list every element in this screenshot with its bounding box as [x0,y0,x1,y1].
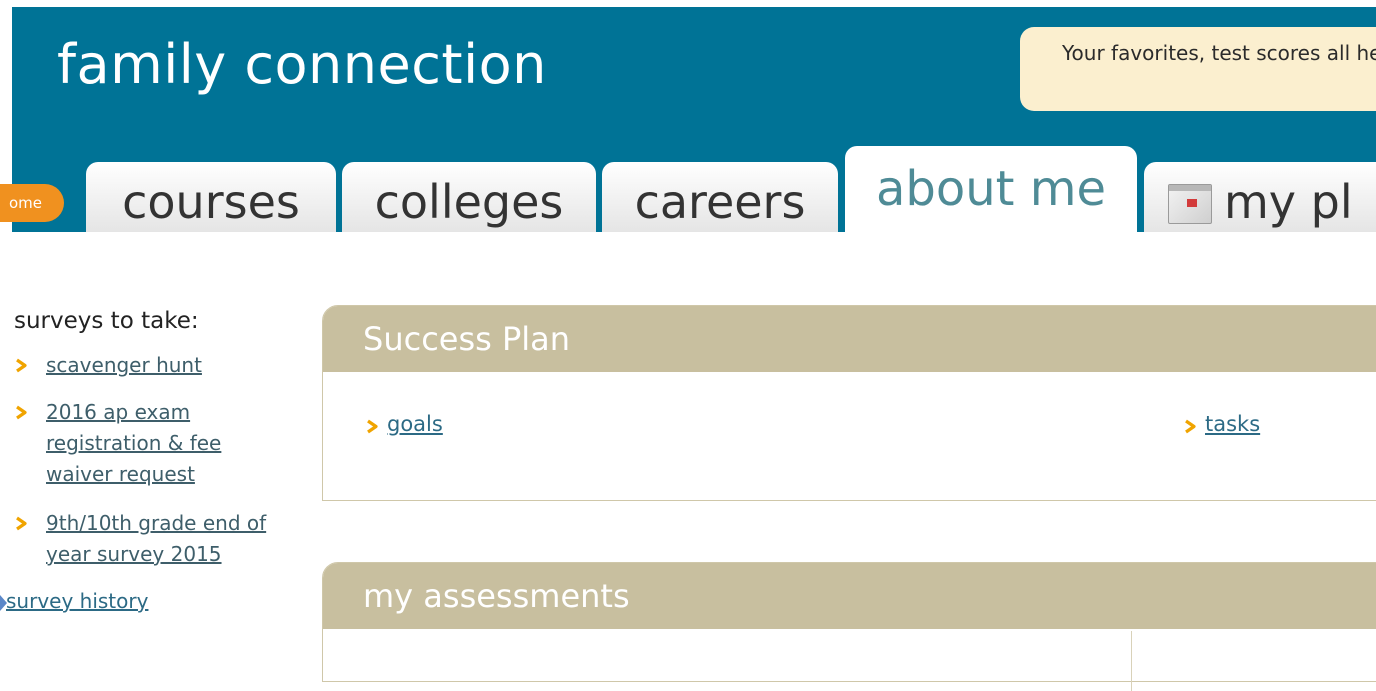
sidebar-title: surveys to take: [14,308,199,334]
survey-link-end-of-year[interactable]: 9th/10th grade end of year survey 2015 [46,508,314,570]
chevron-right-icon [14,405,29,420]
promo-banner: Your favorites, test scores all here! [1020,27,1376,111]
home-button[interactable]: ome [0,184,64,222]
tab-label: courses [122,175,300,229]
tab-label: about me [875,161,1107,217]
header: family connection Your favorites, test s… [0,0,1376,232]
chevron-right-icon [14,516,29,531]
tab-label: my pl [1224,175,1353,229]
sidebar-item: 2016 ap exam registration & fee waiver r… [14,397,274,490]
tab-colleges[interactable]: colleges [342,162,596,232]
chevron-right-icon [1183,419,1198,438]
assessments-panel: my assessments [322,562,1376,691]
tasks-link[interactable]: tasks [1205,410,1260,438]
success-plan-panel: Success Plan goals tasks [322,305,1376,501]
sidebar-item: 9th/10th grade end of year survey 2015 [14,508,314,570]
calendar-icon [1168,184,1212,224]
survey-history-link[interactable]: survey history [6,586,148,617]
tab-careers[interactable]: careers [602,162,838,232]
sidebar-item: scavenger hunt [14,350,264,381]
survey-link-scavenger-hunt[interactable]: scavenger hunt [46,350,264,381]
column-divider [1131,631,1132,691]
tab-my-plan[interactable]: my pl [1144,162,1376,232]
goals-link[interactable]: goals [387,410,443,438]
tab-about-me[interactable]: about me [845,146,1137,232]
brand-logo[interactable]: family connection [57,30,547,100]
tab-label: colleges [374,175,564,229]
panel-title: my assessments [323,563,1376,629]
survey-link-ap-exam[interactable]: 2016 ap exam registration & fee waiver r… [46,397,274,490]
chevron-right-icon [365,419,380,438]
tab-label: careers [634,175,806,229]
chevron-right-icon [14,358,29,373]
panel-title: Success Plan [323,306,1376,372]
tab-courses[interactable]: courses [86,162,336,232]
